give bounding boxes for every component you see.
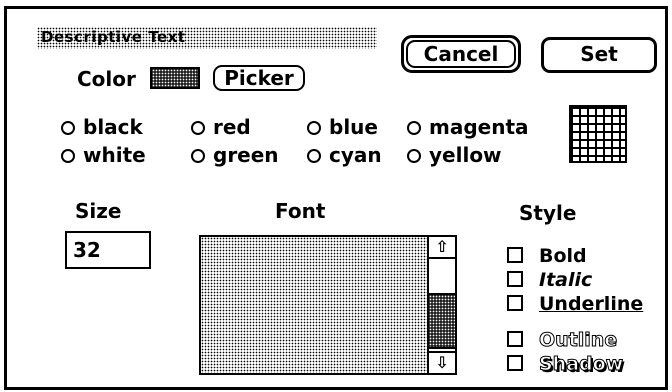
size-input[interactable]: 32 (65, 231, 151, 269)
scroll-thumb[interactable] (429, 293, 455, 349)
picker-button[interactable]: Picker (213, 65, 305, 91)
radio-circle-icon (61, 149, 75, 163)
style-underline[interactable]: Underline (507, 293, 643, 315)
style-outline[interactable]: Outline (507, 329, 618, 352)
font-scrollbar[interactable]: ⇧ ⇩ (427, 237, 455, 373)
cancel-button[interactable]: Cancel (401, 35, 521, 73)
radio-cyan[interactable]: cyan (307, 143, 382, 167)
descriptive-text-dialog: Descriptive Text Cancel Set Color Picker… (4, 6, 668, 390)
radio-circle-icon (61, 121, 75, 135)
set-button[interactable]: Set (541, 37, 657, 73)
checkbox-icon (507, 295, 523, 311)
radio-circle-icon (191, 121, 205, 135)
checkbox-icon (507, 355, 523, 371)
style-label: Style (519, 201, 577, 225)
checkbox-icon (507, 271, 523, 287)
style-bold[interactable]: Bold (507, 245, 587, 267)
radio-circle-icon (307, 121, 321, 135)
radio-blue[interactable]: blue (307, 115, 378, 139)
radio-green[interactable]: green (191, 143, 279, 167)
up-arrow-icon[interactable]: ⇧ (429, 237, 455, 259)
down-arrow-icon[interactable]: ⇩ (429, 351, 455, 373)
radio-circle-icon (191, 149, 205, 163)
radio-white[interactable]: white (61, 143, 146, 167)
font-list[interactable]: ⇧ ⇩ (199, 235, 457, 375)
cancel-button-label: Cancel (406, 40, 516, 68)
radio-circle-icon (307, 149, 321, 163)
color-swatch[interactable] (150, 67, 200, 89)
font-label: Font (275, 199, 326, 223)
style-shadow[interactable]: Shadow (507, 353, 624, 376)
radio-magenta[interactable]: magenta (407, 115, 529, 139)
radio-circle-icon (407, 121, 421, 135)
checkbox-icon (507, 247, 523, 263)
radio-red[interactable]: red (191, 115, 251, 139)
style-italic[interactable]: Italic (507, 269, 592, 291)
color-label: Color (77, 67, 136, 91)
radio-circle-icon (407, 149, 421, 163)
radio-yellow[interactable]: yellow (407, 143, 502, 167)
grid-pattern-icon[interactable] (569, 105, 627, 163)
dialog-title: Descriptive Text (41, 28, 186, 46)
checkbox-icon (507, 331, 523, 347)
font-list-area[interactable] (201, 237, 427, 373)
radio-black[interactable]: black (61, 115, 143, 139)
size-label: Size (75, 199, 122, 223)
